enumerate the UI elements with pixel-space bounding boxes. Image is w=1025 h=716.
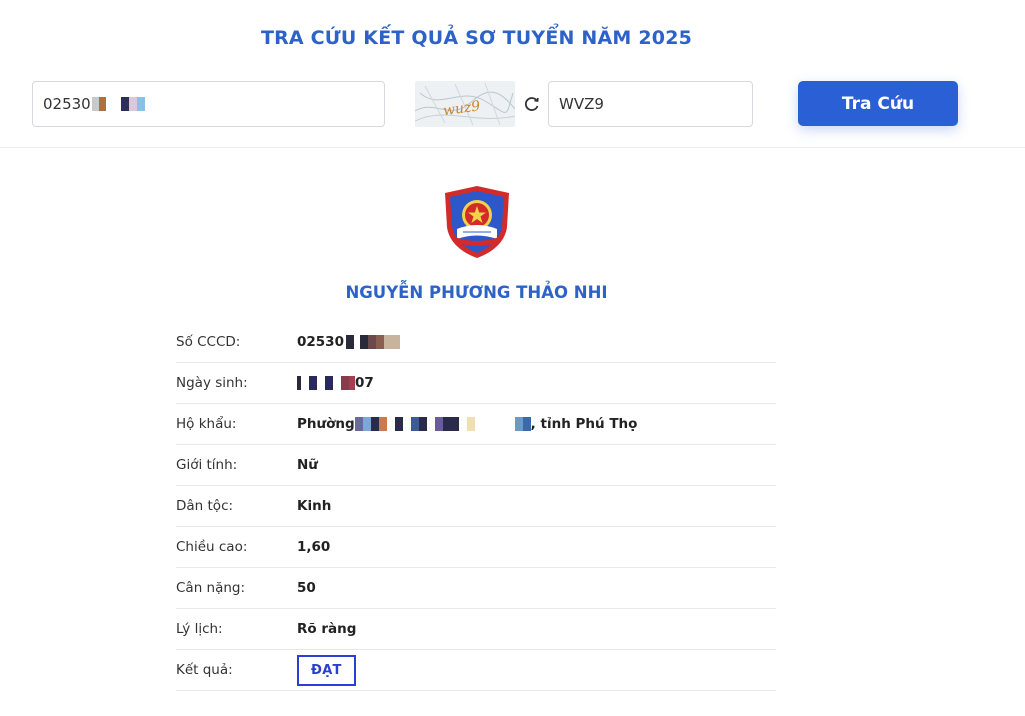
redacted-block [359,335,368,349]
address-value-prefix: Phường [297,416,355,432]
redacted-block [370,417,379,431]
info-value: Phường , tỉnh Phú Thọ [297,416,637,432]
redacted-block [418,417,427,431]
redacted-block [386,417,395,431]
info-label: Lý lịch: [176,621,223,637]
redacted-block [367,335,376,349]
redacted-block [325,376,333,390]
dob-value-suffix: 07 [355,375,374,391]
redacted-block [362,417,371,431]
police-emblem [443,185,511,259]
refresh-icon[interactable] [522,94,542,114]
redacted-block [394,417,403,431]
search-bar: 02530 wuz9 Tra Cứu [0,81,1025,127]
info-row-gender: Giới tính: Nữ [176,445,776,486]
info-row-cccd: Số CCCD: 02530 [176,322,776,363]
redacted-block [426,417,435,431]
info-row-weight: Cân nặng: 50 [176,568,776,609]
info-label: Giới tính: [176,457,238,473]
result-badge: ĐẠT [297,654,356,686]
redacted-block [442,417,459,431]
redacted-block [375,335,384,349]
redacted-block [317,376,325,390]
info-row-background: Lý lịch: Rõ ràng [176,609,776,650]
cccd-value: 02530 [297,334,344,350]
redacted-block [309,376,317,390]
divider [0,147,1025,148]
height-value: 1,60 [297,539,331,555]
redacted-block [91,97,99,111]
redacted-block [105,97,121,111]
info-label: Số CCCD: [176,334,241,350]
info-value: ĐẠT [297,654,356,686]
redacted-block [341,376,349,390]
redacted-block [474,417,515,431]
redacted-block [522,417,531,431]
redacted-block [378,417,387,431]
info-label: Kết quả: [176,662,233,678]
cccd-input-value: 02530 [43,95,91,113]
page-title: TRA CỨU KẾT QUẢ SƠ TUYỂN NĂM 2025 [260,27,693,49]
captcha-input[interactable] [548,81,753,127]
gender-value: Nữ [297,457,318,473]
info-label: Ngày sinh: [176,375,248,391]
redacted-block [402,417,411,431]
redacted-block [410,417,419,431]
info-row-result: Kết quả: ĐẠT [176,650,776,691]
info-value: 07 [297,375,374,391]
redacted-block [136,97,145,111]
info-table: Số CCCD: 02530 Ngày sinh: 07 Hộ khẩu: Ph… [176,322,776,691]
background-value: Rõ ràng [297,621,357,637]
redacted-block [128,97,137,111]
ethnicity-value: Kinh [297,498,332,514]
captcha-text: wuz9 [442,98,481,119]
redacted-block [383,335,400,349]
info-label: Hộ khẩu: [176,416,237,432]
redacted-block [434,417,443,431]
person-name: NGUYỄN PHƯƠNG THẢO NHI [345,283,608,302]
redacted-block [458,417,467,431]
info-value: 02530 [297,334,400,350]
redacted-block [514,417,523,431]
info-row-address: Hộ khẩu: Phường , tỉnh Phú Thọ [176,404,776,445]
redacted-block [345,335,354,349]
info-row-dob: Ngày sinh: 07 [176,363,776,404]
redacted-block [301,376,309,390]
redacted-block [354,417,363,431]
info-row-ethnicity: Dân tộc: Kinh [176,486,776,527]
redacted-block [333,376,341,390]
info-label: Dân tộc: [176,498,234,514]
captcha-image: wuz9 [415,81,515,127]
info-row-height: Chiều cao: 1,60 [176,527,776,568]
address-value-suffix: , tỉnh Phú Thọ [530,416,638,432]
redacted-block [98,97,106,111]
weight-value: 50 [297,580,316,596]
redacted-block [120,97,129,111]
info-label: Chiều cao: [176,539,248,555]
search-button[interactable]: Tra Cứu [798,81,958,126]
info-label: Cân nặng: [176,580,246,596]
cccd-input[interactable]: 02530 [32,81,385,127]
redacted-block [466,417,475,431]
